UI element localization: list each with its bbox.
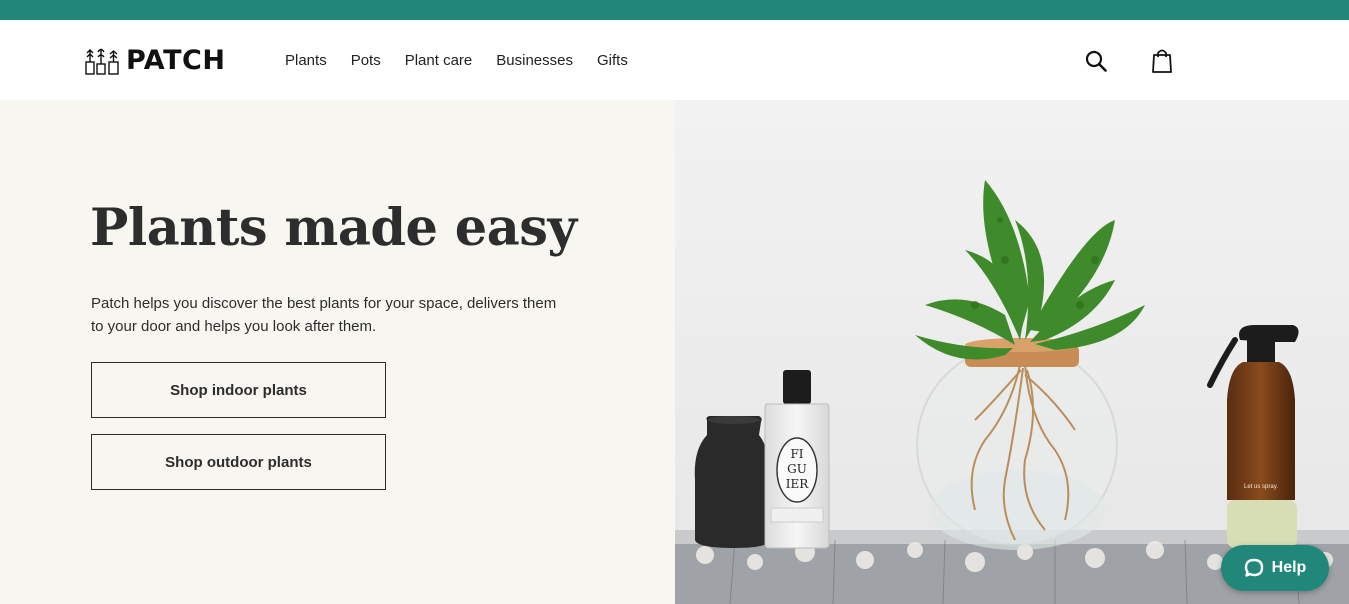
candle-label-line-3: IER xyxy=(786,477,810,491)
candle-label-line-2: GU xyxy=(787,462,807,476)
nav-item-pots[interactable]: Pots xyxy=(351,51,381,71)
announcement-bar xyxy=(0,0,1349,20)
candle-label-line-1: FI xyxy=(790,447,803,461)
site-header: PATCH Plants Pots Plant care Businesses … xyxy=(0,20,1349,100)
search-button[interactable] xyxy=(1084,48,1108,74)
hero-text-panel: Plants made easy Patch helps you discove… xyxy=(0,100,675,604)
chat-bubble-icon xyxy=(1244,558,1263,577)
patch-logo[interactable]: PATCH xyxy=(84,44,225,76)
shop-outdoor-plants-button[interactable]: Shop outdoor plants xyxy=(91,434,386,490)
shop-indoor-plants-button[interactable]: Shop indoor plants xyxy=(91,362,386,418)
hero-image: FI GU IER Let us spray. xyxy=(675,100,1349,604)
nav-item-businesses[interactable]: Businesses xyxy=(496,51,573,71)
plants-logo-icon xyxy=(85,48,119,75)
main-nav: Plants Pots Plant care Businesses Gifts xyxy=(285,51,628,71)
help-button[interactable]: Help xyxy=(1221,545,1329,591)
logo-wordmark: PATCH xyxy=(126,44,226,76)
hero-description: Patch helps you discover the best plants… xyxy=(91,295,557,335)
help-label: Help xyxy=(1271,559,1307,576)
hero-title: Plants made easy xyxy=(90,198,577,258)
plant-still-life-illustration: FI GU IER Let us spray. xyxy=(675,100,1349,604)
nav-item-plants[interactable]: Plants xyxy=(285,51,327,71)
cart-button[interactable] xyxy=(1150,48,1174,74)
spray-label: Let us spray. xyxy=(1244,484,1278,490)
nav-item-plant-care[interactable]: Plant care xyxy=(405,51,473,71)
search-icon xyxy=(1085,50,1107,72)
shopping-bag-icon xyxy=(1152,49,1172,73)
nav-item-gifts[interactable]: Gifts xyxy=(597,51,628,71)
